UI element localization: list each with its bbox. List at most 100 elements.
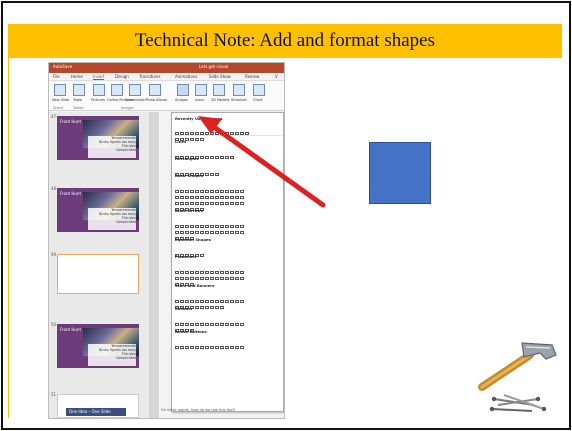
- thumb-number: 49: [51, 252, 57, 257]
- slide-thumbnail[interactable]: Front Hunt Temperamental Bushy figures t…: [57, 116, 139, 160]
- section-flowchart: Flowchart: [175, 254, 197, 259]
- group-tables: Tables: [73, 106, 84, 110]
- thumb-title: Front Hunt: [60, 191, 82, 196]
- tab-file[interactable]: File: [53, 74, 60, 79]
- screenshot-icon[interactable]: [129, 84, 141, 96]
- thumb-line: Complicated: [115, 356, 136, 360]
- shapes-row[interactable]: [175, 227, 195, 240]
- 3d-models-icon[interactable]: [213, 84, 225, 96]
- thumb-number: 51: [51, 392, 57, 397]
- app-titlebar: AutoSave Lets get visual: [49, 63, 284, 73]
- thumb-text: Temperamental Bushy figures too early Th…: [88, 208, 136, 230]
- ribbon: New Slide Table Pictures Online Pictures…: [49, 81, 284, 111]
- photo-album-icon[interactable]: [149, 84, 161, 96]
- screenshot-label: Screenshot: [125, 98, 145, 102]
- group-slides: Slides: [53, 106, 64, 110]
- document-title: Lets get visual: [199, 64, 229, 69]
- thumb-title: Front Hunt: [60, 327, 82, 332]
- shapes-row[interactable]: [175, 198, 205, 211]
- section-equation-shapes: Equation Shapes: [175, 237, 211, 242]
- shapes-row[interactable]: [175, 128, 205, 141]
- tab-review[interactable]: Review: [245, 74, 259, 79]
- divider: [174, 135, 282, 136]
- section-stars-and-banners: Stars and Banners: [175, 283, 215, 288]
- shapes-row[interactable]: [175, 296, 225, 309]
- section-basic-shapes: Basic Shapes: [175, 173, 204, 178]
- shapes-row[interactable]: [175, 122, 250, 135]
- hammer-icon: [478, 342, 557, 412]
- nails-icon: [489, 394, 547, 412]
- shapes-row[interactable]: [175, 186, 245, 199]
- 3d-models-label: 3D Models: [211, 98, 230, 102]
- shapes-row[interactable]: [175, 163, 220, 176]
- shapes-row[interactable]: [175, 261, 245, 274]
- thumb-banner: One Idea – One Slide: [66, 408, 126, 416]
- shapes-row[interactable]: [175, 319, 195, 332]
- shapes-gallery: Recently Used Shapes Lines Rectangles Ba…: [171, 112, 284, 412]
- shapes-row[interactable]: [175, 290, 245, 303]
- slide-thumbnail[interactable]: Front Hunt Temperamental Bushy figures t…: [57, 324, 139, 368]
- shapes-row[interactable]: [175, 180, 245, 193]
- section-block-arrows: Block Arrows: [175, 208, 203, 213]
- pictures-label: Pictures: [91, 98, 105, 102]
- shapes-row[interactable]: [175, 215, 245, 228]
- pictures-icon[interactable]: [93, 84, 105, 96]
- chart-icon[interactable]: [253, 84, 265, 96]
- embedded-screenshot: AutoSave Lets get visual File Home Inser…: [48, 62, 285, 419]
- thumb-line: Complicated: [115, 220, 136, 224]
- blue-square-shape[interactable]: [369, 142, 431, 204]
- hammer-head: [521, 342, 557, 360]
- table-icon[interactable]: [73, 84, 85, 96]
- shapes-row[interactable]: [175, 313, 245, 326]
- online-pictures-icon[interactable]: [111, 84, 123, 96]
- autosave-label: AutoSave: [53, 64, 73, 69]
- thumb-number: 50: [51, 322, 57, 327]
- table-label: Table: [73, 98, 83, 102]
- thumb-number: 47: [51, 114, 57, 119]
- notes-text: On other words, how do we use this tool?: [161, 408, 236, 412]
- tab-slide-show[interactable]: Slide Show: [209, 74, 231, 79]
- thumb-title: Front Hunt: [60, 119, 82, 124]
- title-bar: Technical Note: Add and format shapes: [8, 24, 562, 58]
- shapes-label: Shapes: [175, 98, 188, 102]
- tab-transitions[interactable]: Transitions: [139, 74, 160, 79]
- tab-animations[interactable]: Animations: [175, 74, 197, 79]
- shapes-row[interactable]: [175, 273, 195, 286]
- section-recently-used-shapes: Recently Used Shapes: [175, 116, 223, 121]
- shapes-row[interactable]: [175, 336, 245, 349]
- tab-view[interactable]: V: [275, 74, 278, 79]
- icons-icon[interactable]: [195, 84, 207, 96]
- thumbnail-pane: 47 Front Hunt Temperamental Bushy figure…: [49, 112, 149, 418]
- smartart-icon[interactable]: [233, 84, 245, 96]
- section-callouts: Callouts: [175, 306, 193, 311]
- section-lines: Lines: [175, 139, 187, 144]
- new-slide-icon[interactable]: [54, 84, 66, 96]
- shapes-icon[interactable]: [177, 84, 189, 96]
- shapes-row[interactable]: [175, 146, 235, 159]
- shapes-row[interactable]: [175, 192, 245, 205]
- selected-slide-thumbnail[interactable]: [57, 254, 139, 294]
- group-images: Images: [121, 106, 134, 110]
- shapes-row[interactable]: [175, 221, 245, 234]
- chart-label: Chart: [253, 98, 263, 102]
- section-rectangles: Rectangles: [175, 156, 199, 161]
- slide-thumbnail[interactable]: One Idea – One Slide: [57, 394, 139, 418]
- photo-album-label: Photo Album: [145, 98, 168, 102]
- icons-label: Icons: [195, 98, 205, 102]
- slide-thumbnail[interactable]: Front Hunt Temperamental Bushy figures t…: [57, 188, 139, 232]
- section-action-buttons: Action Buttons: [175, 329, 207, 334]
- thumb-text: Temperamental Bushy figures too early Th…: [88, 136, 136, 158]
- tab-home[interactable]: Home: [71, 74, 83, 79]
- thumb-number: 48: [51, 186, 57, 191]
- thumb-text: Temperamental Bushy figures too early Th…: [88, 344, 136, 366]
- ribbon-tabs: File Home Insert Design Transitions Anim…: [49, 73, 284, 81]
- smartart-label: SmartArt: [231, 98, 247, 102]
- shapes-row[interactable]: [175, 267, 245, 280]
- scrollbar[interactable]: [149, 112, 159, 418]
- tab-design[interactable]: Design: [115, 74, 129, 79]
- shapes-row[interactable]: [175, 244, 205, 257]
- slide-title: Technical Note: Add and format shapes: [135, 30, 435, 51]
- hammer-handle-highlight: [480, 353, 532, 389]
- tab-insert[interactable]: Insert: [93, 74, 105, 80]
- hammer-head-shine: [525, 346, 551, 349]
